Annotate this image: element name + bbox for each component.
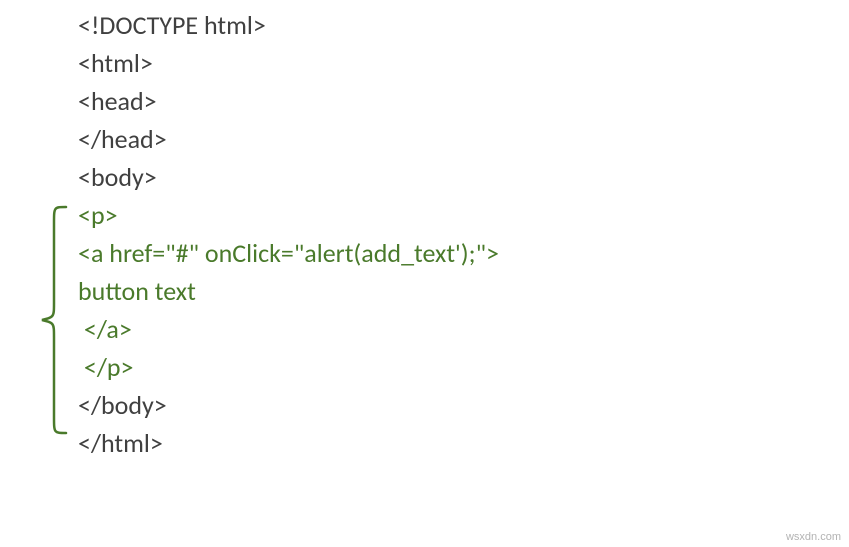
code-line: </body> — [78, 386, 849, 424]
code-line: </html> — [78, 424, 849, 462]
code-line: <html> — [78, 44, 849, 82]
brace-icon — [38, 205, 68, 435]
watermark: wsxdn.com — [786, 531, 841, 543]
code-line-highlight: </a> — [78, 310, 849, 348]
code-line-highlight: </p> — [78, 348, 849, 386]
code-line: <!DOCTYPE html> — [78, 6, 849, 44]
code-block: <!DOCTYPE html> <html> <head> </head> <b… — [0, 0, 849, 462]
code-line: <head> — [78, 82, 849, 120]
code-line-highlight: button text — [78, 272, 849, 310]
code-line-highlight: <a href="#" onClick="alert(add_text');"> — [78, 234, 849, 272]
code-line: </head> — [78, 120, 849, 158]
code-line: <body> — [78, 158, 849, 196]
code-line-highlight: <p> — [78, 196, 849, 234]
